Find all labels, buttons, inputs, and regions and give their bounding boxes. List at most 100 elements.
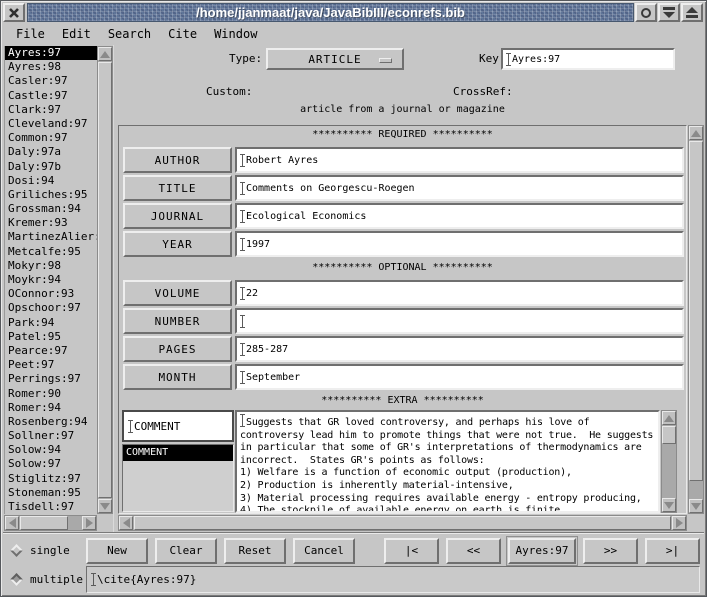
form-scroll-up-button[interactable]	[689, 126, 703, 140]
form-scroll-left-button[interactable]	[119, 516, 133, 530]
list-item[interactable]: Griliches:95	[5, 188, 97, 202]
volume-input[interactable]: 22	[235, 280, 684, 306]
year-label-button[interactable]: YEAR	[123, 231, 232, 257]
list-item[interactable]: Opschoor:97	[5, 301, 97, 315]
author-label-button[interactable]: AUTHOR	[123, 147, 232, 173]
form-scroll-right-button[interactable]	[672, 516, 686, 530]
cite-command-input[interactable]: \cite{Ayres:97}	[86, 566, 700, 593]
form-horizontal-scroll-thumb[interactable]	[134, 516, 671, 530]
list-item[interactable]: Stoneman:95	[5, 486, 97, 500]
form-vertical-scroll-thumb[interactable]	[689, 141, 703, 481]
comment-scrollbar[interactable]	[661, 410, 677, 513]
list-item[interactable]: Kremer:93	[5, 216, 97, 230]
list-item[interactable]: Rosenberg:94	[5, 415, 97, 429]
list-item[interactable]: Stiglitz:97	[5, 472, 97, 486]
list-item[interactable]: Sollner:97	[5, 429, 97, 443]
list-item[interactable]: Solow:94	[5, 443, 97, 457]
menu-file[interactable]: File	[16, 27, 45, 41]
reset-button[interactable]: Reset	[224, 538, 286, 564]
pages-label-button[interactable]: PAGES	[123, 336, 232, 362]
footer: single New Clear Reset Cancel |< << Ayres:97 >…	[3, 534, 704, 594]
nav-previous-button[interactable]: <<	[446, 538, 501, 564]
nav-first-button[interactable]: |<	[384, 538, 439, 564]
month-input[interactable]: September	[235, 364, 684, 390]
menu-window[interactable]: Window	[214, 27, 257, 41]
clear-button[interactable]: Clear	[155, 538, 217, 564]
list-item[interactable]: Park:94	[5, 316, 97, 330]
list-item[interactable]: Patel:95	[5, 330, 97, 344]
number-label-button[interactable]: NUMBER	[123, 308, 232, 334]
iconify-button[interactable]	[635, 3, 657, 22]
new-button[interactable]: New	[86, 538, 148, 564]
list-vertical-scroll-thumb[interactable]	[98, 62, 112, 498]
list-item[interactable]: Common:97	[5, 131, 97, 145]
pages-input[interactable]: 285-287	[235, 336, 684, 362]
author-input[interactable]: Robert Ayres	[235, 147, 684, 173]
month-label-button[interactable]: MONTH	[123, 364, 232, 390]
list-item[interactable]: Pearce:97	[5, 344, 97, 358]
list-horizontal-scroll-thumb[interactable]	[20, 516, 68, 530]
list-scroll-up-button[interactable]	[98, 47, 112, 61]
list-item[interactable]: COMMENT	[123, 445, 233, 461]
list-item[interactable]: MartinezAlier:9	[5, 230, 97, 244]
title-bar[interactable]: /home/jjanmaat/java/JavaBibIII/econrefs.…	[27, 3, 634, 22]
comment-textarea[interactable]: Suggests that GR loved controversy, and …	[235, 410, 660, 513]
list-item[interactable]: Daly:97b	[5, 160, 97, 174]
list-item[interactable]: Romer:94	[5, 401, 97, 415]
cancel-button[interactable]: Cancel	[293, 538, 355, 564]
menu-search[interactable]: Search	[108, 27, 151, 41]
comment-scroll-down-button[interactable]	[662, 498, 676, 512]
number-input[interactable]	[235, 308, 684, 334]
list-item[interactable]: Tisdell:97	[5, 500, 97, 514]
field-row: YEAR1997	[119, 231, 686, 257]
list-item[interactable]: Perrings:97	[5, 372, 97, 386]
list-item[interactable]: Casler:97	[5, 74, 97, 88]
list-scroll-down-button[interactable]	[98, 499, 112, 513]
type-dropdown[interactable]: ARTICLE	[266, 48, 404, 70]
list-item[interactable]: Dosi:94	[5, 174, 97, 188]
comment-scroll-thumb[interactable]	[662, 426, 676, 444]
form-horizontal-scrollbar[interactable]	[118, 515, 687, 531]
list-scroll-left-button[interactable]	[5, 516, 19, 530]
list-vertical-scrollbar[interactable]	[97, 46, 113, 514]
lower-button[interactable]	[658, 3, 680, 22]
nav-current-key-button[interactable]: Ayres:97	[508, 538, 576, 564]
raise-button[interactable]	[681, 3, 703, 22]
close-button[interactable]	[3, 3, 25, 22]
nav-next-button[interactable]: >>	[583, 538, 638, 564]
close-icon	[9, 8, 19, 18]
mode-single-radio[interactable]: single	[3, 544, 86, 557]
list-item[interactable]: Mokyr:98	[5, 259, 97, 273]
title-label-button[interactable]: TITLE	[123, 175, 232, 201]
key-input[interactable]: Ayres:97	[501, 48, 675, 70]
scroll-right-icon	[86, 518, 93, 528]
title-input[interactable]: Comments on Georgescu-Roegen	[235, 175, 684, 201]
mode-multiple-radio[interactable]: multiple	[3, 573, 86, 586]
nav-last-button[interactable]: >|	[645, 538, 700, 564]
list-item[interactable]: Metcalfe:95	[5, 245, 97, 259]
journal-label-button[interactable]: JOURNAL	[123, 203, 232, 229]
extra-field-name-input[interactable]: COMMENT	[122, 410, 234, 442]
form-scroll-down-button[interactable]	[689, 499, 703, 513]
list-horizontal-scrollbar[interactable]	[4, 515, 97, 531]
menu-cite[interactable]: Cite	[168, 27, 197, 41]
list-item[interactable]: Ayres:97	[5, 46, 97, 60]
list-item[interactable]: Daly:97a	[5, 145, 97, 159]
list-item[interactable]: Ayres:98	[5, 60, 97, 74]
list-scroll-right-button[interactable]	[82, 516, 96, 530]
list-item[interactable]: Moykr:94	[5, 273, 97, 287]
list-item[interactable]: Grossman:94	[5, 202, 97, 216]
list-item[interactable]: OConnor:93	[5, 287, 97, 301]
list-item[interactable]: Solow:97	[5, 457, 97, 471]
list-item[interactable]: Peet:97	[5, 358, 97, 372]
journal-input[interactable]: Ecological Economics	[235, 203, 684, 229]
form-vertical-scrollbar[interactable]	[688, 125, 704, 514]
list-item[interactable]: Romer:90	[5, 387, 97, 401]
list-item[interactable]: Castle:97	[5, 89, 97, 103]
year-input[interactable]: 1997	[235, 231, 684, 257]
list-item[interactable]: Clark:97	[5, 103, 97, 117]
menu-edit[interactable]: Edit	[62, 27, 91, 41]
comment-scroll-up-button[interactable]	[662, 411, 676, 425]
volume-label-button[interactable]: VOLUME	[123, 280, 232, 306]
list-item[interactable]: Cleveland:97	[5, 117, 97, 131]
